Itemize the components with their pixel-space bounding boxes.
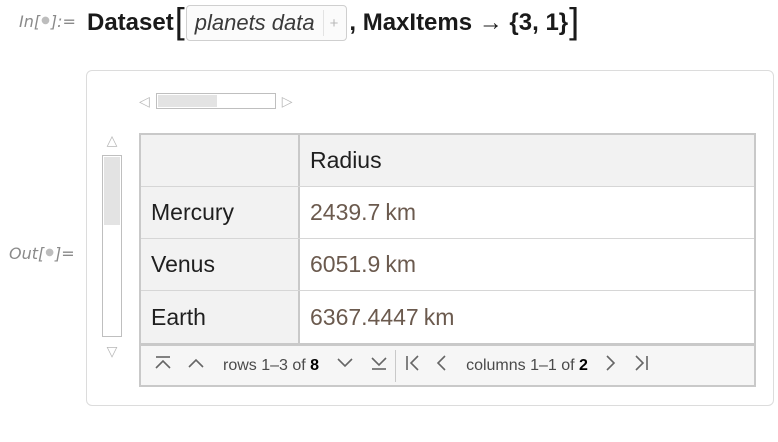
footer-divider (395, 349, 397, 382)
next-column-icon[interactable] (602, 354, 620, 377)
close-bracket: ] (569, 0, 580, 41)
value-cell[interactable]: 2439.7 km (300, 187, 754, 238)
function-name: Dataset (87, 9, 174, 36)
value-number: 6367.4447 (310, 303, 419, 330)
row-header-cell[interactable]: Mercury (141, 187, 300, 238)
scroll-down-icon[interactable]: ▽ (107, 343, 118, 360)
input-cell-label: In[●]:= (19, 12, 76, 31)
prev-column-icon[interactable] (432, 354, 450, 377)
prev-row-icon[interactable] (186, 355, 206, 376)
last-column-icon[interactable] (632, 354, 650, 377)
output-label-prefix: Out[ (9, 244, 45, 263)
vertical-scroll-track[interactable] (102, 155, 122, 337)
next-row-icon[interactable] (335, 355, 355, 376)
pagination-bar: rows 1–3 of 8 columns 1–1 of 2 (139, 345, 756, 387)
input-label-prefix: In[ (19, 12, 41, 31)
column-header-radius[interactable]: Radius (300, 135, 754, 186)
row-header-cell[interactable]: Venus (141, 239, 300, 290)
horizontal-scroll-thumb[interactable] (157, 95, 217, 107)
horizontal-scroll-track[interactable] (155, 93, 276, 109)
columns-range-label: columns 1–1 of (466, 356, 575, 374)
entity-frame[interactable]: planets data + (185, 5, 348, 41)
header-corner-cell (141, 135, 300, 186)
scroll-right-icon[interactable]: ▷ (282, 93, 293, 110)
table-row: Venus 6051.9 km (141, 239, 754, 291)
rows-range-label: rows 1–3 of (223, 356, 306, 374)
open-bracket: [ (174, 0, 185, 41)
columns-range-text: columns 1–1 of 2 (466, 357, 588, 375)
table-row: Earth 6367.4447 km (141, 291, 754, 343)
dataset-table: Radius Mercury 2439.7 km Venus 6051.9 km E… (139, 133, 756, 345)
first-column-icon[interactable] (404, 354, 422, 377)
last-row-icon[interactable] (369, 355, 389, 376)
row-header-cell[interactable]: Earth (141, 291, 300, 343)
scroll-left-icon[interactable]: ◁ (139, 93, 150, 110)
table-header-row: Radius (141, 135, 754, 187)
value-number: 6051.9 (310, 251, 381, 277)
option-text: , MaxItems → {3, 1} (349, 9, 569, 36)
vertical-scroll-thumb[interactable] (104, 157, 120, 225)
value-cell[interactable]: 6051.9 km (300, 239, 754, 290)
value-unit: km (423, 303, 455, 330)
entity-expand-icon[interactable]: + (322, 10, 338, 36)
horizontal-scrollbar[interactable]: ◁ ▷ (139, 90, 293, 112)
input-label-suffix: ]:= (50, 12, 76, 31)
output-cell-label: Out[●]= (9, 244, 75, 263)
rows-range-text: rows 1–3 of 8 (223, 357, 319, 375)
input-expression[interactable]: Dataset [ planets data + , MaxItems → {3… (87, 3, 580, 43)
first-row-icon[interactable] (153, 355, 173, 376)
table-row: Mercury 2439.7 km (141, 187, 754, 239)
value-number: 2439.7 (310, 199, 381, 225)
scroll-up-icon[interactable]: △ (107, 132, 118, 149)
cell-dot-icon: ● (45, 247, 54, 258)
rows-total: 8 (310, 356, 320, 374)
value-unit: km (385, 199, 417, 225)
cell-dot-icon: ● (41, 15, 50, 26)
vertical-scrollbar[interactable]: △ ▽ (100, 132, 124, 360)
entity-label: planets data (194, 10, 315, 35)
columns-total: 2 (579, 356, 588, 374)
value-unit: km (385, 251, 417, 277)
output-label-suffix: ]= (54, 244, 75, 263)
value-cell[interactable]: 6367.4447 km (300, 291, 754, 343)
